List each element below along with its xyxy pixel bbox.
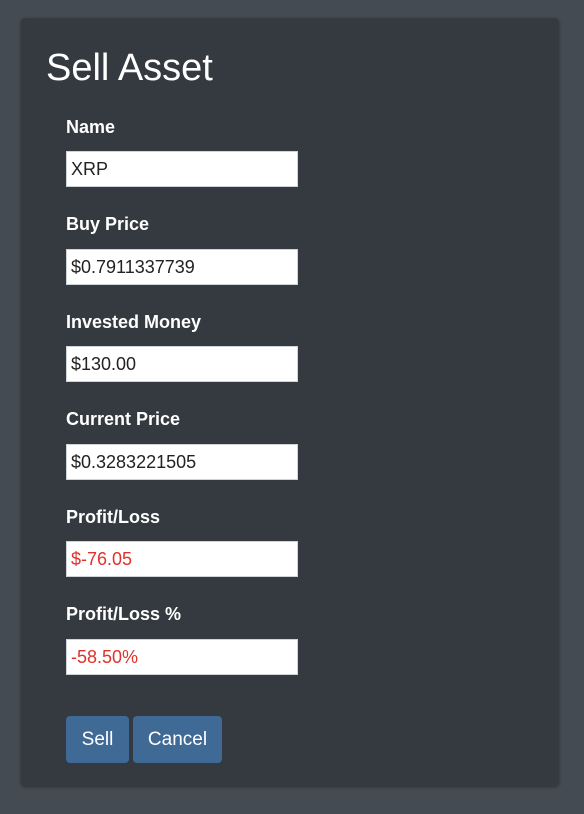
invested-money-field[interactable] [66,346,298,382]
page-title: Sell Asset [46,47,213,89]
buy-price-field[interactable] [66,249,298,285]
name-field[interactable] [66,151,298,187]
profit-loss-percent-label: Profit/Loss % [66,604,182,624]
profit-loss-field[interactable] [66,541,298,577]
buy-price-label: Buy Price [66,214,150,234]
profit-loss-percent-field[interactable] [66,639,298,675]
sell-asset-panel: Sell Asset Name Buy Price Invested Money… [21,18,559,786]
current-price-label: Current Price [66,409,181,429]
sell-button[interactable]: Sell [66,716,129,763]
cancel-button[interactable]: Cancel [133,716,222,763]
profit-loss-label: Profit/Loss [66,507,161,527]
name-label: Name [66,117,116,137]
invested-money-label: Invested Money [66,312,202,332]
current-price-field[interactable] [66,444,298,480]
